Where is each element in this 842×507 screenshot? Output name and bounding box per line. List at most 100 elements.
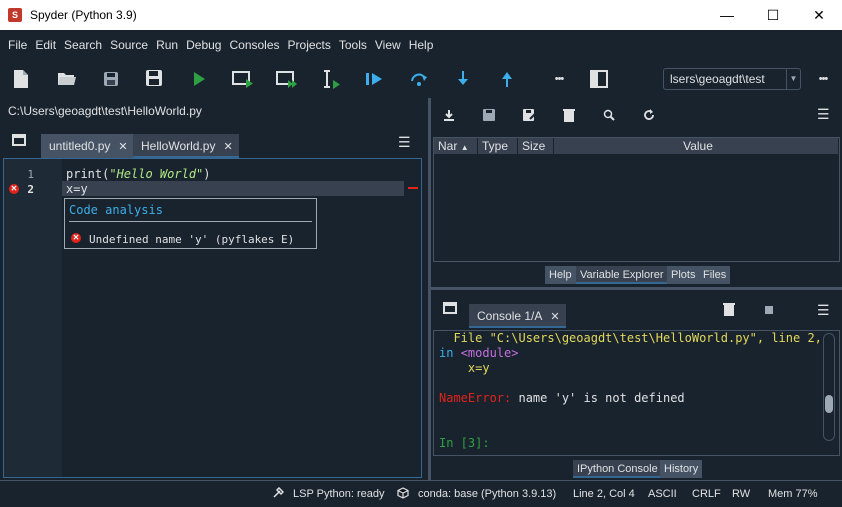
lsp-status-icon	[272, 486, 285, 502]
browse-tabs-icon[interactable]	[443, 302, 457, 317]
tab-helloworld[interactable]: HelloWorld.py ✕	[133, 134, 239, 158]
column-header-size[interactable]: Size	[518, 138, 554, 154]
tab-label: untitled0.py	[49, 139, 111, 153]
tab-files[interactable]: Files	[699, 266, 731, 284]
run-selection-icon[interactable]	[320, 68, 342, 90]
maximize-pane-icon[interactable]	[588, 68, 610, 90]
column-header-name[interactable]: Nar ▲	[434, 138, 478, 154]
lsp-status: LSP Python: ready	[293, 488, 385, 500]
working-directory-combo[interactable]: lsers\geoagdt\test ▼	[663, 68, 801, 90]
keyword-in: in	[439, 346, 461, 360]
code-analysis-tooltip: Code analysis ✕ Undefined name 'y' (pyfl…	[64, 198, 317, 249]
step-over-icon[interactable]	[408, 68, 430, 90]
step-return-icon[interactable]	[496, 68, 518, 90]
stop-icon[interactable]	[765, 306, 773, 314]
line-number-gutter	[4, 159, 62, 477]
module-name: <module>	[460, 346, 519, 360]
save-data-icon[interactable]	[483, 109, 495, 124]
close-button[interactable]: ✕	[796, 0, 842, 30]
tab-console-1a[interactable]: Console 1/A ✕	[469, 304, 566, 328]
tab-ipython-console[interactable]: IPython Console	[573, 460, 662, 478]
tab-variable-explorer[interactable]: Variable Explorer	[576, 266, 668, 284]
remove-variables-icon[interactable]	[723, 302, 735, 319]
code-function: print	[66, 167, 103, 181]
code-line-1[interactable]: print("Hello World")	[66, 167, 211, 181]
tooltip-message: Undefined name 'y' (pyflakes E)	[89, 233, 295, 246]
tab-untitled0[interactable]: untitled0.py ✕	[41, 134, 134, 158]
save-data-as-icon[interactable]	[523, 109, 536, 124]
console-tab-bar: Console 1/A ✕ ☰	[431, 290, 842, 328]
close-icon[interactable]: ✕	[550, 311, 559, 323]
menu-view[interactable]: View	[371, 38, 405, 52]
line-number: 1	[27, 168, 34, 181]
open-file-icon[interactable]	[56, 68, 78, 90]
maximize-button[interactable]: ☐	[750, 0, 796, 30]
spyder-logo-icon: S	[8, 8, 22, 22]
options-more-button[interactable]: •••	[812, 68, 834, 90]
close-icon[interactable]: ✕	[223, 141, 232, 153]
tab-plots[interactable]: Plots	[667, 266, 700, 284]
step-into-icon[interactable]	[452, 68, 474, 90]
error-message: name 'y' is not defined	[511, 391, 685, 405]
file-permissions: RW	[732, 488, 751, 500]
tab-label: Console 1/A	[477, 309, 543, 323]
variable-explorer-table[interactable]: Nar ▲ Type Size Value	[433, 137, 840, 262]
close-icon[interactable]: ✕	[118, 141, 127, 153]
code-string: "Hello World"	[109, 167, 204, 181]
memory-usage: Mem 77%	[768, 488, 818, 500]
chevron-down-icon[interactable]: ▼	[786, 69, 800, 89]
minimize-button[interactable]: —	[704, 0, 750, 30]
remove-all-icon[interactable]	[563, 108, 575, 125]
hamburger-menu-icon[interactable]: ☰	[817, 302, 830, 319]
column-header-type[interactable]: Type	[478, 138, 518, 154]
search-icon[interactable]	[603, 109, 615, 124]
cursor-position: Line 2, Col 4	[573, 488, 635, 500]
hamburger-menu-icon[interactable]: ☰	[817, 106, 830, 123]
current-line-highlight	[62, 181, 404, 196]
menu-tools[interactable]: Tools	[335, 38, 371, 52]
error-scroll-marker	[408, 187, 418, 189]
file-encoding: ASCII	[648, 488, 677, 500]
code-line-2[interactable]: x=y	[66, 182, 88, 196]
console-scrollbar[interactable]	[823, 333, 835, 441]
console-scrollbar-thumb[interactable]	[825, 395, 833, 413]
conda-status: conda: base (Python 3.9.13)	[418, 488, 557, 500]
editor-tab-bar: untitled0.py ✕ HelloWorld.py ✕ ☰	[0, 122, 428, 158]
error-name: NameError:	[439, 391, 512, 405]
error-line: NameError: name 'y' is not defined	[439, 391, 685, 405]
traceback-code-line: x=y	[439, 361, 490, 375]
menu-source[interactable]: Source	[106, 38, 152, 52]
tab-label: HelloWorld.py	[141, 139, 216, 153]
menu-consoles[interactable]: Consoles	[225, 38, 283, 52]
error-icon: ✕	[71, 233, 81, 243]
debug-icon[interactable]	[364, 68, 386, 90]
browse-tabs-icon[interactable]	[12, 134, 26, 149]
variable-explorer-toolbar: ☰	[431, 98, 842, 134]
menu-search[interactable]: Search	[60, 38, 106, 52]
menu-run[interactable]: Run	[152, 38, 182, 52]
save-all-icon[interactable]	[144, 68, 166, 90]
status-bar: LSP Python: ready conda: base (Python 3.…	[0, 480, 842, 507]
run-cell-icon[interactable]	[232, 68, 254, 90]
run-cell-advance-icon[interactable]	[276, 68, 298, 90]
hamburger-menu-icon[interactable]: ☰	[398, 134, 411, 151]
menu-file[interactable]: File	[4, 38, 31, 52]
menu-projects[interactable]: Projects	[284, 38, 335, 52]
tooltip-divider	[69, 221, 312, 222]
tab-help[interactable]: Help	[545, 266, 576, 284]
column-header-value[interactable]: Value	[554, 138, 839, 154]
conda-env-icon	[397, 487, 409, 502]
save-file-icon[interactable]	[100, 68, 122, 90]
new-file-icon[interactable]	[10, 68, 32, 90]
menu-debug[interactable]: Debug	[182, 38, 225, 52]
toolbar-more-button[interactable]: •••	[548, 68, 570, 90]
run-icon[interactable]	[188, 68, 210, 90]
menu-help[interactable]: Help	[405, 38, 438, 52]
menu-edit[interactable]: Edit	[31, 38, 60, 52]
code-paren: )	[203, 167, 211, 181]
window-title: Spyder (Python 3.9)	[30, 8, 137, 22]
import-data-icon[interactable]	[443, 109, 455, 124]
tab-history[interactable]: History	[660, 460, 703, 478]
working-directory-value: lsers\geoagdt\test	[670, 72, 765, 86]
refresh-icon[interactable]	[643, 109, 655, 124]
